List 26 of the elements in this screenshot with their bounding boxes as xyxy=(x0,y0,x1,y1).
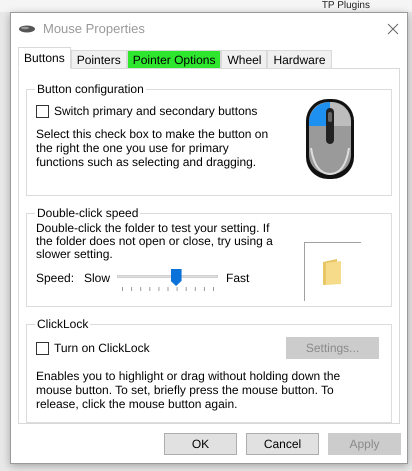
tab[interactable]: Wheel xyxy=(221,50,268,69)
tab[interactable]: Pointer Options xyxy=(126,50,222,69)
checkbox[interactable] xyxy=(36,104,49,118)
slow-label: Slow xyxy=(84,270,112,287)
close-icon[interactable] xyxy=(387,23,399,35)
speed-label: Speed: xyxy=(36,270,76,287)
description-text: Select this check box to make the button on the right the one you use for primary functions such as selecting and dragging. xyxy=(36,127,270,169)
test-area[interactable] xyxy=(304,242,361,301)
speed-slider[interactable] xyxy=(117,269,218,291)
tab[interactable]: Hardware xyxy=(267,50,332,69)
tab[interactable]: Buttons xyxy=(18,47,71,69)
group-title: Button configuration xyxy=(35,81,146,97)
group-title: Double-click speed xyxy=(35,205,140,221)
checkbox[interactable] xyxy=(36,342,49,354)
mouse-icon xyxy=(19,25,35,33)
checkbox-label: Switch primary and secondary buttons xyxy=(54,103,258,120)
dialog-button[interactable]: OK xyxy=(164,433,237,455)
slider-thumb[interactable] xyxy=(170,269,182,286)
fast-label: Fast xyxy=(226,270,250,287)
tab[interactable]: Pointers xyxy=(70,50,127,69)
description-text: Double-click the folder to test your setting. If the folder does not open or close, try using a slower setting. xyxy=(36,222,274,261)
toolbar-label: TP Plugins xyxy=(322,0,370,12)
dialog-button[interactable]: Cancel xyxy=(246,433,319,455)
window-title: Mouse Properties xyxy=(43,20,146,38)
description-text: Enables you to highlight or drag without holding down the mouse button. To set, briefly press the mouse button. To release, click the mouse button again. xyxy=(36,369,342,411)
checkbox-label: Turn on ClickLock xyxy=(54,340,150,357)
